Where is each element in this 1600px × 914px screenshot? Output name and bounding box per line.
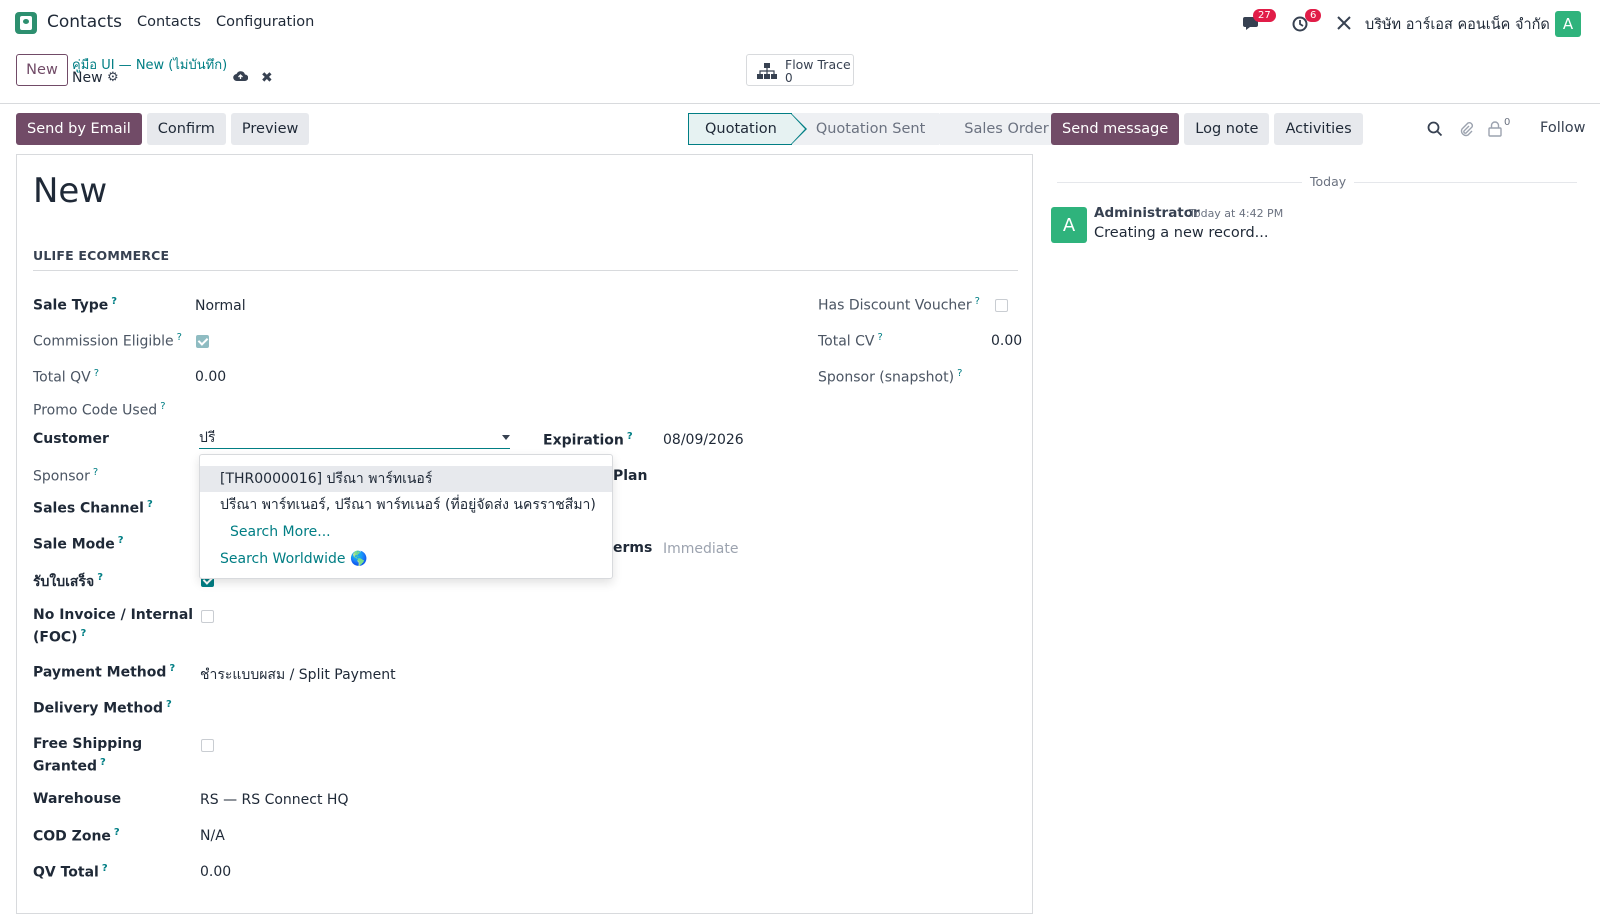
record-title[interactable]: New [33, 171, 107, 211]
app-name[interactable]: Contacts [47, 12, 122, 32]
dropdown-option-1[interactable]: [THR0000016] ปรีณา พาร์ทเนอร์ [200, 466, 612, 492]
activities-badge: 6 [1305, 9, 1322, 22]
sale-type-label: Sale Type? [33, 296, 118, 314]
activities-clock-icon[interactable]: 6 [1292, 9, 1322, 32]
stage-quotation[interactable]: Quotation [688, 113, 807, 145]
payment-terms-field[interactable]: Immediate [663, 541, 738, 557]
menu-item-configuration[interactable]: Configuration [216, 14, 314, 30]
cod-zone-field[interactable]: N/A [200, 828, 225, 844]
top-navbar: Contacts Contacts Configuration 27 6 บริ… [0, 0, 1600, 46]
receipt-label: รับใบเสร็จ? [33, 572, 103, 590]
message-author[interactable]: Administrator [1094, 205, 1200, 221]
search-more-link[interactable]: Search More... [200, 519, 612, 545]
sales-channel-label: Sales Channel? [33, 499, 153, 517]
messages-icon[interactable]: 27 [1242, 9, 1276, 32]
status-bar: Quotation Quotation Sent Sales Order [688, 113, 1065, 145]
sponsor-snapshot-label: Sponsor (snapshot)? [818, 368, 963, 386]
followers-lock-icon[interactable]: 0 [1488, 117, 1510, 141]
chatter-actions: Send message Log note Activities [1051, 113, 1363, 145]
total-qv-value: 0.00 [195, 369, 227, 385]
flow-trace-count: 0 [785, 71, 793, 85]
new-record-button[interactable]: New [16, 54, 68, 86]
no-invoice-checkbox[interactable] [201, 610, 214, 623]
user-avatar[interactable]: A [1555, 11, 1581, 37]
has-discount-voucher-label: Has Discount Voucher? [818, 296, 980, 314]
payment-method-label: Payment Method? [33, 663, 176, 681]
discard-close-icon[interactable]: ✖ [261, 70, 273, 86]
commission-eligible-label: Commission Eligible? [33, 332, 182, 350]
message-author-avatar[interactable]: A [1051, 207, 1087, 243]
no-invoice-label: No Invoice / Internal [33, 607, 194, 623]
expiration-label: Expiration? [543, 431, 633, 449]
delivery-method-label: Delivery Method? [33, 699, 172, 717]
activities-button[interactable]: Activities [1274, 113, 1363, 145]
sale-mode-label: Sale Mode? [33, 535, 124, 553]
contacts-app-icon[interactable] [15, 12, 37, 34]
sitemap-icon [757, 63, 777, 79]
log-note-button[interactable]: Log note [1184, 113, 1270, 145]
warehouse-field[interactable]: RS — RS Connect HQ [200, 792, 348, 808]
company-switcher[interactable]: บริษัท อาร์เอส คอนเน็ค จำกัด [1365, 13, 1550, 36]
total-cv-value: 0.00 [991, 333, 1023, 349]
paperclip-icon[interactable] [1458, 121, 1474, 141]
gear-icon[interactable]: ⚙ [107, 70, 119, 85]
total-qv-label: Total QV? [33, 368, 100, 386]
confirm-button[interactable]: Confirm [146, 113, 226, 145]
message-timestamp: Today at 4:42 PM [1189, 207, 1284, 220]
warehouse-label: Warehouse [33, 791, 122, 807]
has-discount-voucher-checkbox[interactable] [995, 299, 1008, 312]
payment-terms-label: erms [613, 540, 653, 556]
sale-type-field[interactable]: Normal [195, 298, 246, 314]
dropdown-option-2[interactable]: ปรีณา พาร์ทเนอร์, ปรีณา พาร์ทเนอร์ (ที่อ… [200, 492, 612, 518]
promo-code-label: Promo Code Used? [33, 401, 166, 419]
expiration-field[interactable]: 08/09/2026 [663, 432, 744, 448]
search-worldwide-link[interactable]: Search Worldwide 🌎 [200, 546, 612, 572]
total-cv-label: Total CV? [818, 332, 883, 350]
dropdown-caret-icon[interactable] [502, 435, 510, 440]
qv-total-label: QV Total? [33, 863, 108, 881]
free-shipping-label: Free Shipping [33, 736, 143, 752]
messages-badge: 27 [1253, 9, 1276, 22]
date-separator-label: Today [1302, 174, 1355, 189]
payment-method-field[interactable]: ชำระแบบผสม / Split Payment [200, 664, 396, 686]
sponsor-label: Sponsor? [33, 467, 99, 485]
section-divider [33, 270, 1018, 271]
send-by-email-button[interactable]: Send by Email [16, 113, 142, 145]
customer-label: Customer [33, 431, 109, 447]
customer-autocomplete-dropdown: [THR0000016] ปรีณา พาร์ทเนอร์ ปรีณา พาร์… [199, 454, 613, 579]
breadcrumb-current: New [72, 70, 103, 86]
qv-total-value: 0.00 [200, 864, 232, 880]
free-shipping-label-line2: Granted? [33, 757, 106, 775]
search-icon[interactable] [1427, 121, 1443, 141]
stage-quotation-sent[interactable]: Quotation Sent [791, 113, 952, 145]
send-message-button[interactable]: Send message [1051, 113, 1180, 145]
control-panel: New คู่มือ UI — New (ไม่บันทึก) New ⚙ ✖ … [0, 46, 1600, 104]
debug-tools-icon[interactable] [1335, 14, 1355, 32]
save-cloud-icon[interactable] [233, 70, 249, 86]
followers-count: 0 [1504, 117, 1511, 128]
preview-button[interactable]: Preview [230, 113, 310, 145]
stage-sales-order[interactable]: Sales Order [940, 113, 1065, 145]
pricelist-label: Plan [613, 468, 648, 484]
menu-item-contacts[interactable]: Contacts [137, 14, 201, 30]
no-invoice-label-line2: (FOC)? [33, 628, 87, 646]
cod-zone-label: COD Zone? [33, 827, 120, 845]
message-body: Creating a new record... [1094, 225, 1269, 241]
form-action-bar: Send by Email Confirm Preview [16, 113, 310, 145]
commission-eligible-checkbox[interactable] [196, 335, 209, 348]
free-shipping-checkbox[interactable] [201, 739, 214, 752]
customer-input[interactable]: ปรี [199, 425, 510, 449]
customer-input-text: ปรี [199, 430, 216, 446]
section-title: ULIFE ECOMMERCE [33, 248, 170, 263]
flow-trace-button[interactable]: Flow Trace 0 [746, 54, 854, 86]
follow-button[interactable]: Follow [1540, 120, 1585, 136]
flow-trace-label: Flow Trace [785, 57, 851, 72]
